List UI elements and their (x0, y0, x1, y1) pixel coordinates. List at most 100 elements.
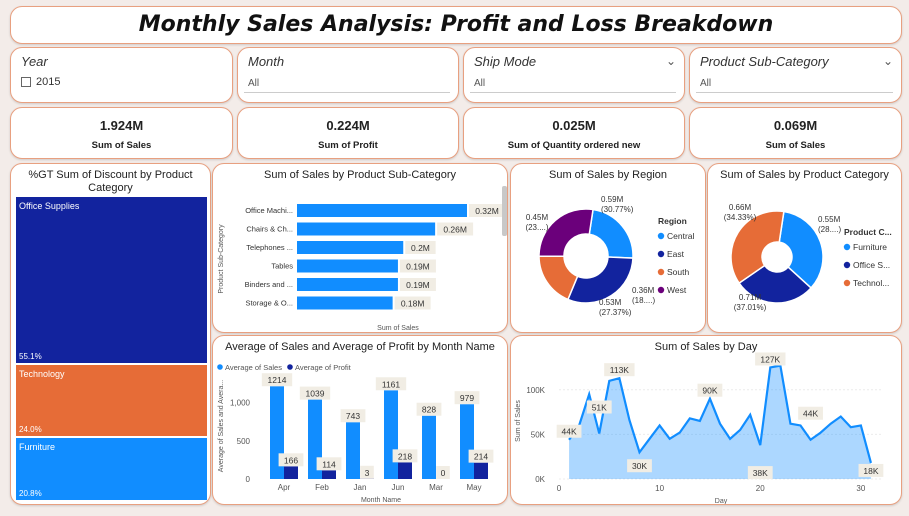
y-tick-label: 500 (237, 437, 251, 446)
slicer-ship-mode[interactable]: Ship Mode ⌄ All (463, 47, 685, 103)
checkbox-icon[interactable] (21, 77, 31, 87)
region-donut-chart: 0.45M(23....) 0.59M(30.77%) 0.36M(18....) 0… (525, 195, 695, 317)
column-value-label: 114 (322, 459, 336, 469)
column-bar[interactable] (398, 462, 412, 479)
area-point-label: 113K (610, 365, 630, 375)
treemap-title: %GT Sum of Discount by Product Category (28, 169, 193, 194)
y-axis-label: Average of Sales and Avera... (218, 380, 225, 472)
kpi-card-sales-2: 0.069M Sum of Sales (689, 107, 902, 159)
kpi-card-profit: 0.224M Sum of Profit (237, 107, 459, 159)
treemap-tile-label: Furniture (19, 442, 56, 453)
legend-item[interactable]: Average of Sales (225, 363, 282, 372)
column-bar[interactable] (474, 462, 488, 479)
slicer-year-option[interactable]: 2015 (21, 76, 60, 88)
column-value-label: 828 (422, 405, 436, 415)
column-bar[interactable] (460, 404, 474, 479)
treemap-tile[interactable]: Furniture 20.8% (16, 438, 207, 500)
legend-marker (657, 286, 665, 294)
slicer-ship-mode-dropdown[interactable]: All (470, 75, 676, 93)
slicer-ship-mode-label: Ship Mode (474, 54, 537, 69)
legend-item[interactable]: Office S... (853, 260, 890, 270)
category-donut-chart: 0.66M(34.33%) 0.55M(28....) 0.71M(37.01%) P… (724, 203, 892, 312)
bar[interactable] (297, 278, 398, 291)
column-bar[interactable] (284, 466, 298, 479)
bar-value-label: 0.18M (401, 299, 425, 309)
legend-item[interactable]: West (667, 285, 687, 295)
donut-percent-label: (18....) (632, 296, 655, 305)
donut-slice[interactable] (588, 208, 634, 259)
area-point-label: 127K (760, 354, 780, 364)
donut-value-label: 0.55M (818, 215, 841, 224)
bar[interactable] (297, 241, 404, 254)
slicer-month-value: All (248, 78, 260, 89)
legend-item[interactable]: Technol... (853, 278, 889, 288)
column-value-label: 743 (346, 411, 360, 421)
day-area-card: Sum of Sales by Day Sum of Sales 0K 50K 100… (510, 335, 902, 505)
column-value-label: 166 (284, 455, 298, 465)
chevron-down-icon[interactable]: ⌄ (883, 54, 893, 68)
bar-value-label: 0.26M (443, 225, 467, 235)
treemap-tile-label: Technology (19, 369, 65, 380)
area-point-label: 44K (562, 427, 577, 437)
donut-value-label: 0.53M (599, 298, 622, 307)
kpi-value: 0.224M (326, 118, 370, 133)
bar[interactable] (297, 296, 393, 310)
x-tick-label: Jun (392, 483, 405, 492)
x-axis-label: Sum of Sales (377, 325, 419, 332)
slicer-year-value: 2015 (36, 76, 61, 88)
donut-percent-label: (28....) (818, 225, 841, 234)
region-donut-card: Sum of Sales by Region 0.45M (23....) 0.59… (510, 163, 706, 333)
column-bar[interactable] (422, 415, 436, 479)
page-title: Monthly Sales Analysis: Profit and Loss … (138, 12, 774, 37)
scrollbar[interactable] (502, 186, 507, 236)
legend-item[interactable]: Average of Profit (295, 363, 352, 372)
month-column-chart: Average of Sales and Avera... 0 500 1,000 Av… (217, 363, 494, 504)
y-tick-label: 50K (531, 430, 546, 439)
legend-item[interactable]: Central (667, 231, 695, 241)
bar[interactable] (297, 204, 467, 217)
donut-percent-label: (37.01%) (734, 303, 767, 312)
area-point-label: 38K (753, 468, 768, 478)
slicer-year[interactable]: Year 2015 (10, 47, 233, 103)
legend-item[interactable]: Furniture (853, 242, 887, 252)
chevron-down-icon[interactable]: ⌄ (666, 54, 676, 68)
treemap-chart: Office Supplies 55.1% Technology 24.0% Furni… (16, 197, 207, 502)
treemap-tile[interactable]: Office Supplies 55.1% (16, 197, 207, 364)
legend-item[interactable]: East (667, 249, 685, 259)
area-point-label: 90K (702, 386, 717, 396)
subcategory-bar-chart: Product Sub-Category Office Machi... 0.32M… (218, 186, 507, 332)
bar-value-label: 0.32M (475, 206, 499, 216)
column-value-label: 3 (365, 468, 370, 478)
y-axis-label: Product Sub-Category (218, 224, 225, 294)
y-tick-label: 0K (535, 475, 545, 484)
x-tick-label: Apr (278, 483, 291, 492)
legend-item[interactable]: South (667, 267, 689, 277)
slicer-ship-mode-value: All (474, 78, 486, 89)
slicer-product-sub-category-dropdown[interactable]: All (696, 75, 893, 93)
slicer-product-sub-category-label: Product Sub-Category (700, 54, 829, 69)
donut-value-label: 0.45M (526, 213, 549, 222)
donut-value-label: 0.59M (601, 195, 624, 204)
x-tick-label: 10 (655, 484, 664, 493)
treemap-tile[interactable]: Technology 24.0% (16, 365, 207, 437)
x-axis-label: Month Name (361, 497, 401, 504)
header-card: Monthly Sales Analysis: Profit and Loss … (10, 6, 902, 44)
bar-category-label: Chairs & Ch... (246, 225, 293, 234)
bar[interactable] (297, 259, 398, 273)
area-point-label: 51K (592, 402, 607, 412)
slicer-product-sub-category[interactable]: Product Sub-Category ⌄ All (689, 47, 902, 103)
column-bar[interactable] (346, 422, 360, 479)
bar[interactable] (297, 222, 436, 236)
column-bar[interactable] (322, 470, 336, 479)
donut-slice[interactable] (566, 256, 634, 304)
y-tick-label: 0 (246, 475, 251, 484)
column-value-label: 218 (398, 451, 412, 461)
slicer-month-label: Month (248, 54, 285, 69)
column-value-label: 1214 (268, 375, 287, 385)
column-bar[interactable] (384, 390, 398, 479)
bar-category-label: Tables (271, 262, 293, 271)
area-point-label: 44K (803, 409, 818, 419)
x-tick-label: Jan (354, 483, 367, 492)
slicer-month[interactable]: Month All (237, 47, 459, 103)
slicer-month-dropdown[interactable]: All (244, 75, 450, 93)
